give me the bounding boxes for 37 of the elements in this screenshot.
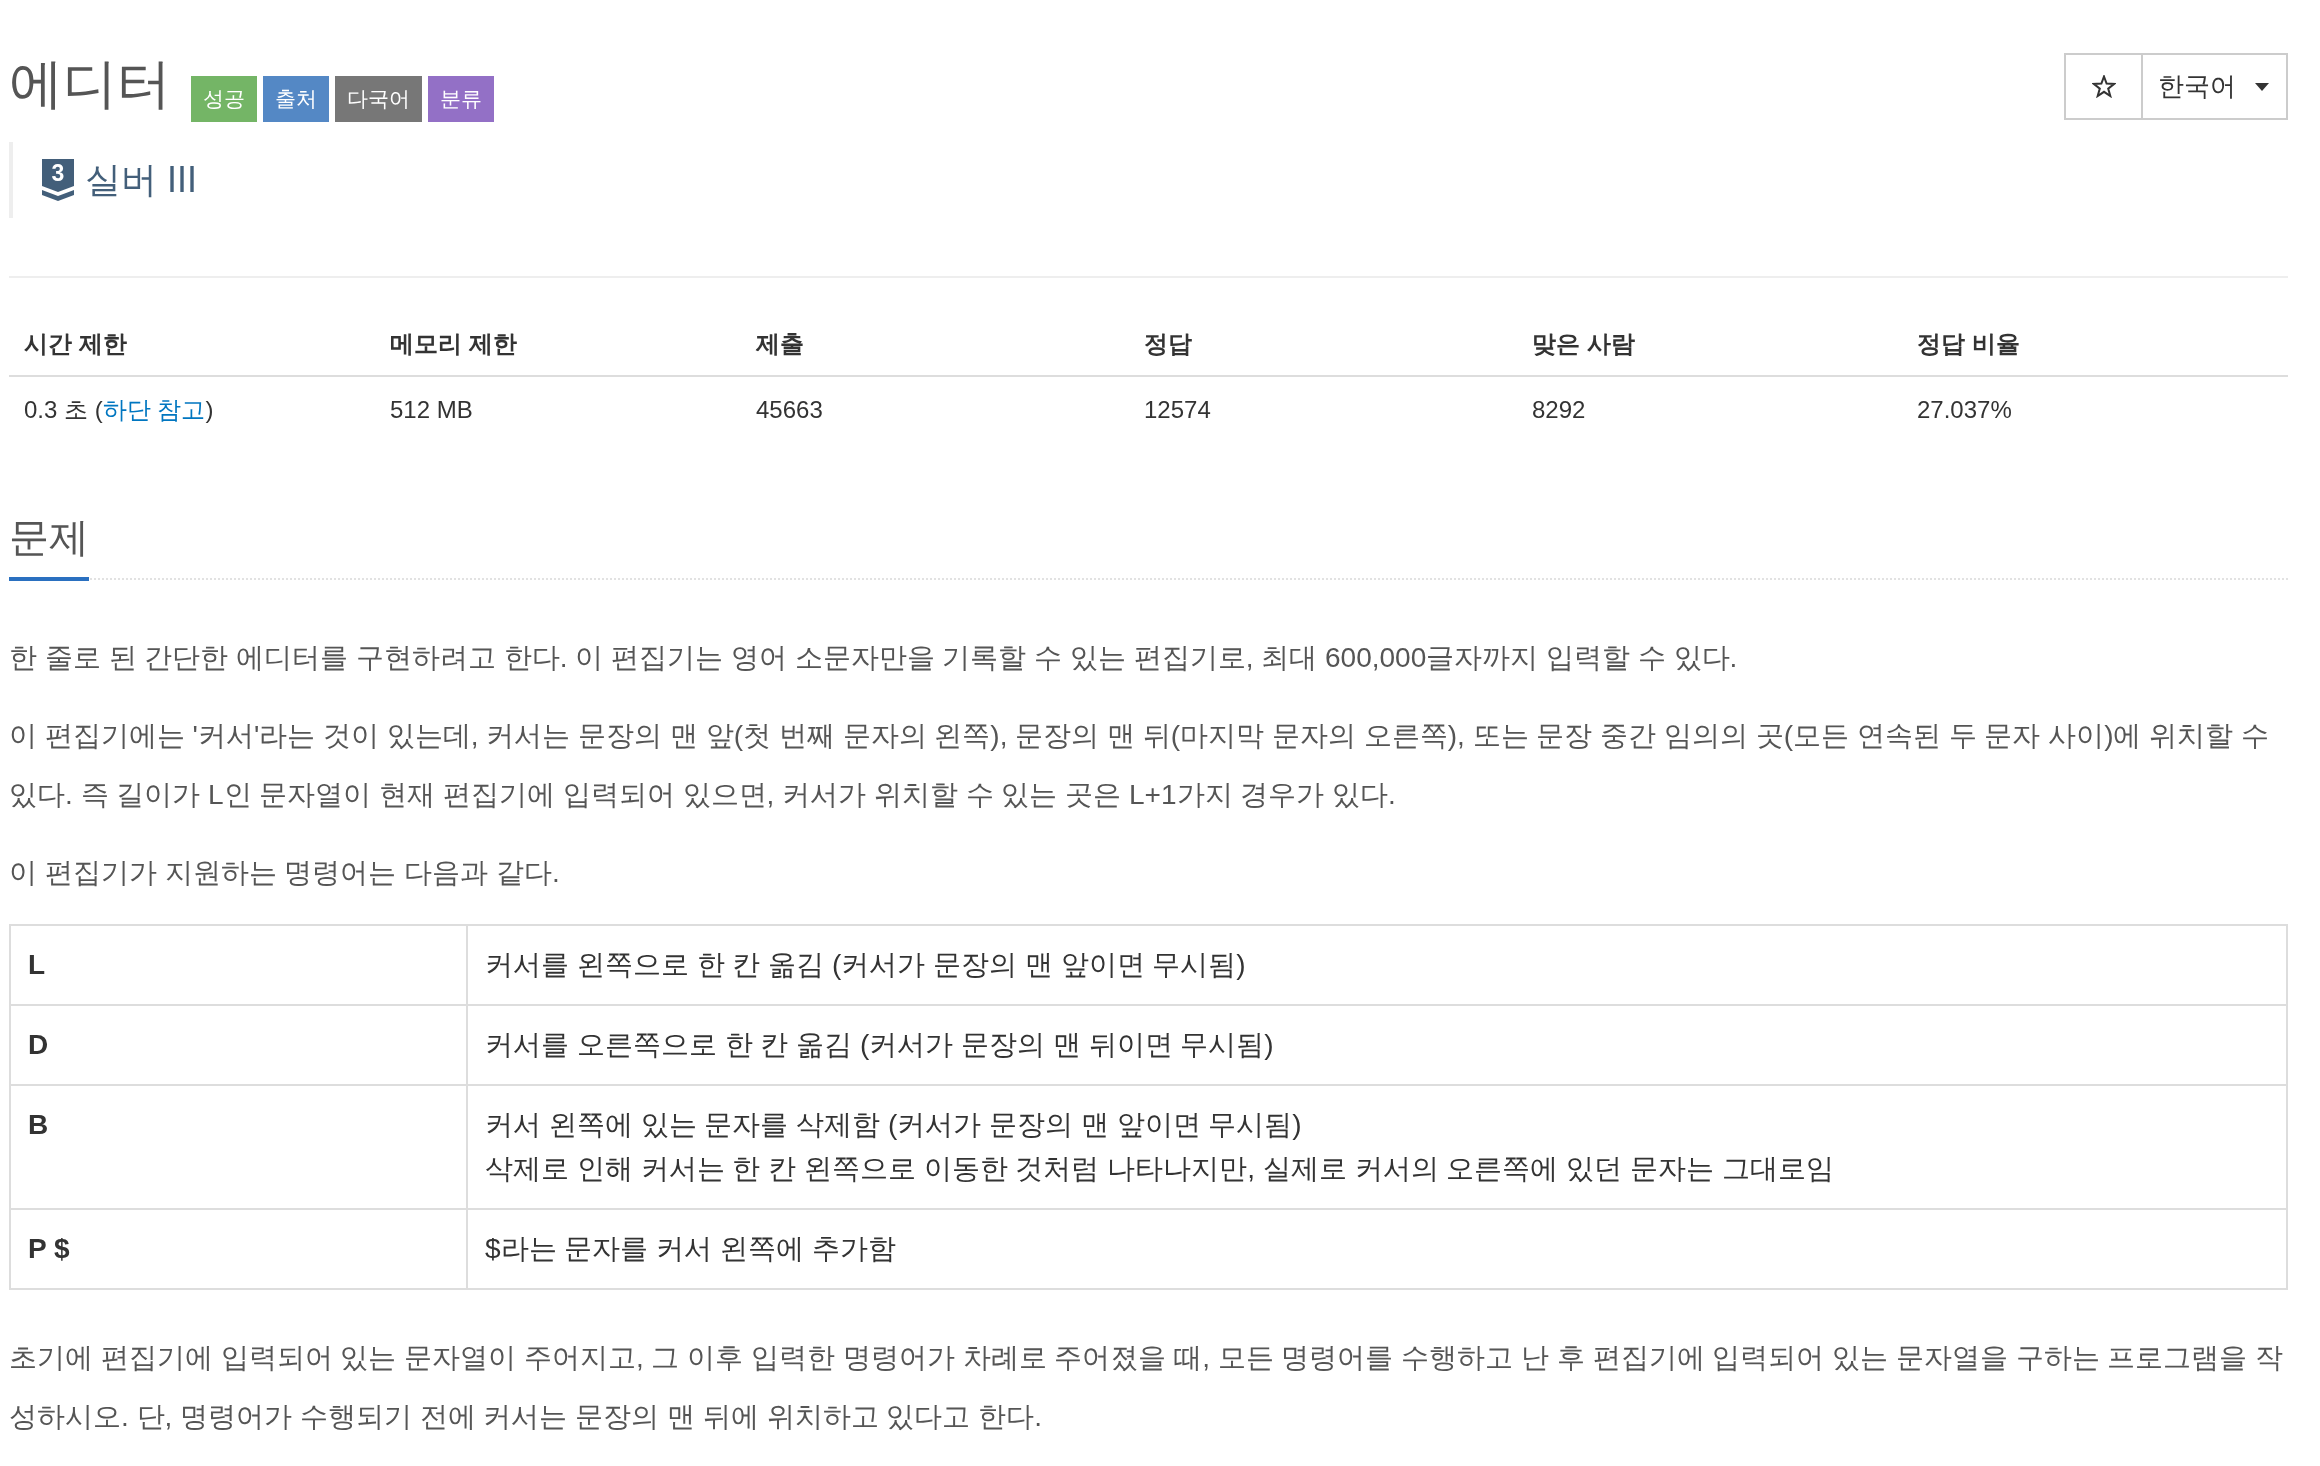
command-key: P $ <box>28 1233 70 1264</box>
problem-text: 초기에 편집기에 입력되어 있는 문자열이 주어지고, 그 이후 입력한 명령어가 차례로 주어졌을 때, 모든 명령어를 수행하고 난 후 편집기에 입력되어 있는 문자열을 구하는 프로그램을 작성하시오. 단, 명령어가 수행되기 전에 커서는 문장의 맨 뒤에 위치하고 있다고 한다. <box>9 1341 2285 1434</box>
tier-name: 실버 III <box>85 158 197 202</box>
star-icon <box>2091 75 2116 98</box>
problem-label[interactable]: 성공 <box>191 76 257 122</box>
problem-text: 한 줄로 된 간단한 에디터를 구현하려고 한다. 이 편집기는 영어 소문자만을 기록할 수 있는 편집기로, 최대 600,000글자까지 입력할 수 있다. <box>9 641 1739 675</box>
table-cell: 27.037% <box>1917 396 2012 423</box>
problem-title: 에디터 <box>9 52 171 115</box>
problem-label[interactable]: 다국어 <box>335 76 422 122</box>
problem-text: 이 편집기에는 '커서'라는 것이 있는데, 커서는 문장의 맨 앞(첫 번째 문자의 왼쪽), 문장의 맨 뒤(마지막 문자의 오른쪽), 또는 문장 중간 임의의 곳(모든 연속된 두 문자 사이)에 위치할 수 있다. 즉 길이가 L인 문자열이 현재 편집기에 입력되어 있으면, 커서가 위치할 수 있는 곳은 L+1가지 경우가 있다. <box>9 719 2270 812</box>
command-description: 삭제로 인해 커서는 한 칸 왼쪽으로 이동한 것처럼 나타나지만, 실제로 커서의 오른쪽에 있던 문자는 그대로임 <box>485 1152 1835 1186</box>
column-header: 시간 제한 <box>24 329 127 357</box>
command-description: $라는 문자를 커서 왼쪽에 추가함 <box>485 1232 897 1266</box>
column-header: 맞은 사람 <box>1532 329 1635 357</box>
table-cell: 45663 <box>756 396 823 423</box>
command-key: D <box>28 1029 49 1060</box>
command-description: 커서를 오른쪽으로 한 칸 옮김 (커서가 문장의 맨 뒤이면 무시됨) <box>485 1028 1275 1062</box>
table-cell: 0.3 초 (하단 참고) <box>24 396 214 423</box>
command-description: 커서를 왼쪽으로 한 칸 옮김 (커서가 문장의 맨 앞이면 무시됨) <box>485 948 1247 982</box>
problem-text: 이 편집기가 지원하는 명령어는 다음과 같다. <box>9 856 561 890</box>
command-description: 커서 왼쪽에 있는 문자를 삭제함 (커서가 문장의 맨 앞이면 무시됨) <box>485 1108 1303 1142</box>
caret-icon <box>2255 82 2269 91</box>
language-dropdown[interactable]: 한국어 <box>2143 53 2288 120</box>
problem-label[interactable]: 분류 <box>428 76 494 122</box>
command-key: L <box>28 949 46 980</box>
table-cell: 8292 <box>1532 396 1586 423</box>
column-header: 메모리 제한 <box>390 329 517 357</box>
column-header: 정답 <box>1144 329 1192 357</box>
table-cell: 512 MB <box>390 396 473 423</box>
command-key: B <box>28 1109 49 1140</box>
section-heading: 문제 <box>9 507 89 581</box>
column-header: 정답 비율 <box>1917 329 2020 357</box>
problem-label[interactable]: 출처 <box>263 76 329 122</box>
reference-link[interactable]: 하단 참고 <box>102 396 206 423</box>
table-cell: 12574 <box>1144 396 1211 423</box>
column-header: 제출 <box>756 329 804 357</box>
star-button[interactable] <box>2064 53 2143 120</box>
